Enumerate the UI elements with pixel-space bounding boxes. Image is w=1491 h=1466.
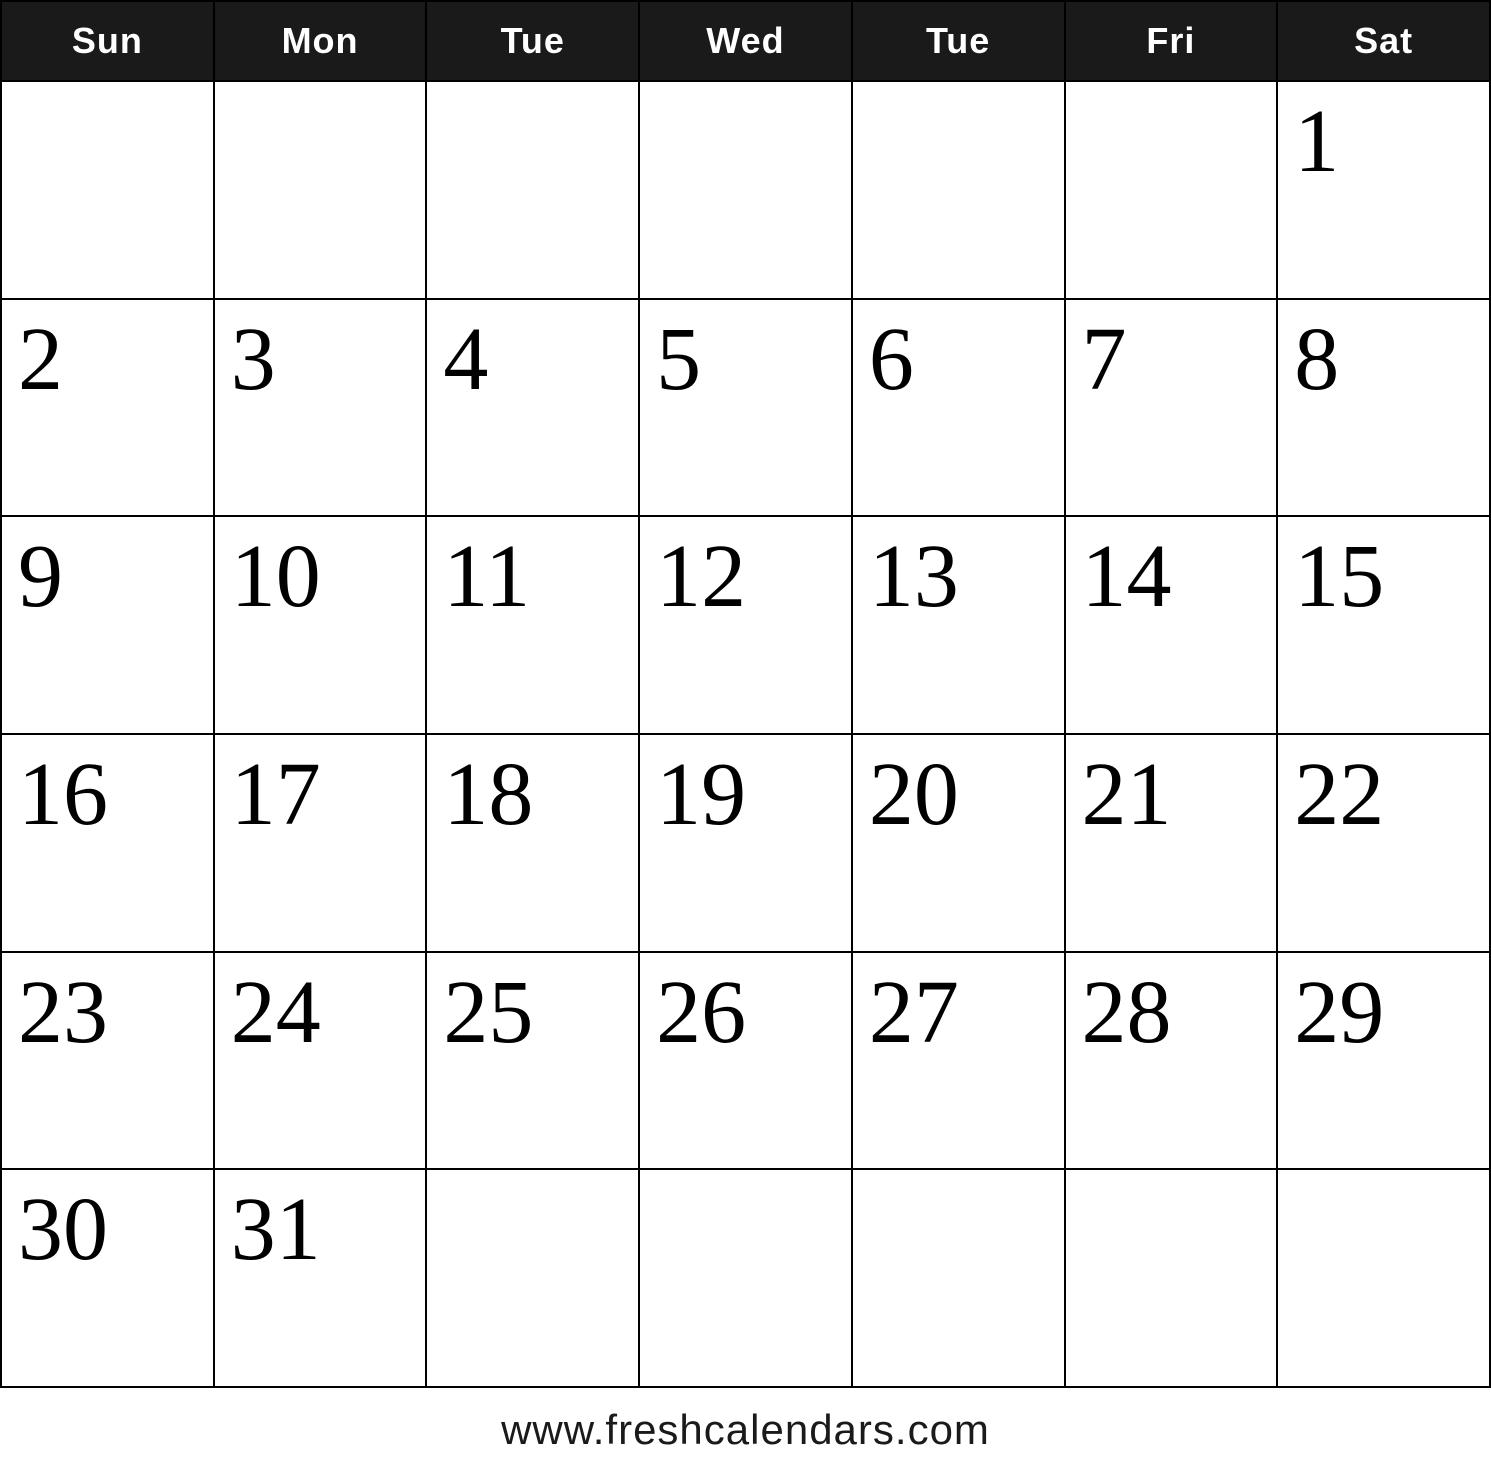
- calendar-cell: 11: [426, 516, 639, 734]
- calendar-cell: 25: [426, 952, 639, 1170]
- calendar-cell: 4: [426, 299, 639, 517]
- header-day-mon-1: Mon: [214, 1, 427, 81]
- header-day-fri-5: Fri: [1065, 1, 1278, 81]
- day-number: 28: [1082, 963, 1172, 1062]
- day-number: 21: [1082, 745, 1172, 844]
- calendar-cell: 22: [1277, 734, 1490, 952]
- day-number: 25: [443, 963, 533, 1062]
- calendar-cell: 18: [426, 734, 639, 952]
- calendar-cell: 28: [1065, 952, 1278, 1170]
- calendar-cell: 3: [214, 299, 427, 517]
- calendar-table: SunMonTueWedTueFriSat 123456789101112131…: [0, 0, 1491, 1388]
- day-number: 4: [443, 310, 488, 409]
- day-number: 27: [869, 963, 959, 1062]
- day-number: 6: [869, 310, 914, 409]
- calendar-cell: 21: [1065, 734, 1278, 952]
- day-number: 16: [18, 745, 108, 844]
- calendar-cell: [426, 1169, 639, 1387]
- day-number: 12: [656, 527, 746, 626]
- calendar-cell: 26: [639, 952, 852, 1170]
- day-number: 7: [1082, 310, 1127, 409]
- day-number: 17: [231, 745, 321, 844]
- calendar-cell: [214, 81, 427, 299]
- calendar-cell: 13: [852, 516, 1065, 734]
- calendar-wrapper: SunMonTueWedTueFriSat 123456789101112131…: [0, 0, 1491, 1466]
- header-day-tue-4: Tue: [852, 1, 1065, 81]
- calendar-cell: [852, 81, 1065, 299]
- day-number: 19: [656, 745, 746, 844]
- week-row-0: 1: [1, 81, 1490, 299]
- calendar-cell: [1065, 1169, 1278, 1387]
- day-number: 11: [443, 527, 530, 626]
- day-number: 1: [1294, 92, 1339, 191]
- day-number: 13: [869, 527, 959, 626]
- calendar-cell: 14: [1065, 516, 1278, 734]
- day-number: 2: [18, 310, 63, 409]
- calendar-cell: [1065, 81, 1278, 299]
- calendar-cell: 8: [1277, 299, 1490, 517]
- header-day-tue-2: Tue: [426, 1, 639, 81]
- calendar-cell: 16: [1, 734, 214, 952]
- day-number: 8: [1294, 310, 1339, 409]
- calendar-cell: [639, 1169, 852, 1387]
- day-number: 10: [231, 527, 321, 626]
- header-day-wed-3: Wed: [639, 1, 852, 81]
- calendar-cell: 20: [852, 734, 1065, 952]
- calendar-cell: 6: [852, 299, 1065, 517]
- calendar-cell: 9: [1, 516, 214, 734]
- calendar-cell: 31: [214, 1169, 427, 1387]
- day-number: 18: [443, 745, 533, 844]
- calendar-cell: 2: [1, 299, 214, 517]
- day-number: 23: [18, 963, 108, 1062]
- week-row-1: 2 3 4 5 6 7 8: [1, 299, 1490, 517]
- calendar-cell: 1: [1277, 81, 1490, 299]
- calendar-cell: 19: [639, 734, 852, 952]
- calendar-cell: 12: [639, 516, 852, 734]
- week-row-3: 16 17 18 19 20 21 22: [1, 734, 1490, 952]
- calendar-cell: [1, 81, 214, 299]
- day-number: 14: [1082, 527, 1172, 626]
- calendar-cell: [852, 1169, 1065, 1387]
- calendar-cell: 27: [852, 952, 1065, 1170]
- day-number: 5: [656, 310, 701, 409]
- week-row-4: 23 24 25 26 27 28 29: [1, 952, 1490, 1170]
- day-number: 24: [231, 963, 321, 1062]
- week-row-2: 9 10 11 12 13 14 15: [1, 516, 1490, 734]
- calendar-cell: 7: [1065, 299, 1278, 517]
- calendar-cell: 24: [214, 952, 427, 1170]
- day-number: 26: [656, 963, 746, 1062]
- calendar-cell: 23: [1, 952, 214, 1170]
- calendar-cell: [639, 81, 852, 299]
- day-number: 20: [869, 745, 959, 844]
- footer-url: www.freshcalendars.com: [0, 1388, 1491, 1466]
- calendar-cell: 17: [214, 734, 427, 952]
- day-number: 30: [18, 1180, 108, 1279]
- calendar-cell: [426, 81, 639, 299]
- calendar-cell: 15: [1277, 516, 1490, 734]
- header-day-sat-6: Sat: [1277, 1, 1490, 81]
- day-number: 15: [1294, 527, 1384, 626]
- calendar-cell: 5: [639, 299, 852, 517]
- calendar-cell: 10: [214, 516, 427, 734]
- calendar-cell: 29: [1277, 952, 1490, 1170]
- day-number: 29: [1294, 963, 1384, 1062]
- day-number: 22: [1294, 745, 1384, 844]
- day-number: 31: [231, 1180, 321, 1279]
- calendar-cell: [1277, 1169, 1490, 1387]
- day-number: 9: [18, 527, 63, 626]
- calendar-cell: 30: [1, 1169, 214, 1387]
- header-row: SunMonTueWedTueFriSat: [1, 1, 1490, 81]
- week-row-5: 30 31: [1, 1169, 1490, 1387]
- header-day-sun-0: Sun: [1, 1, 214, 81]
- day-number: 3: [231, 310, 276, 409]
